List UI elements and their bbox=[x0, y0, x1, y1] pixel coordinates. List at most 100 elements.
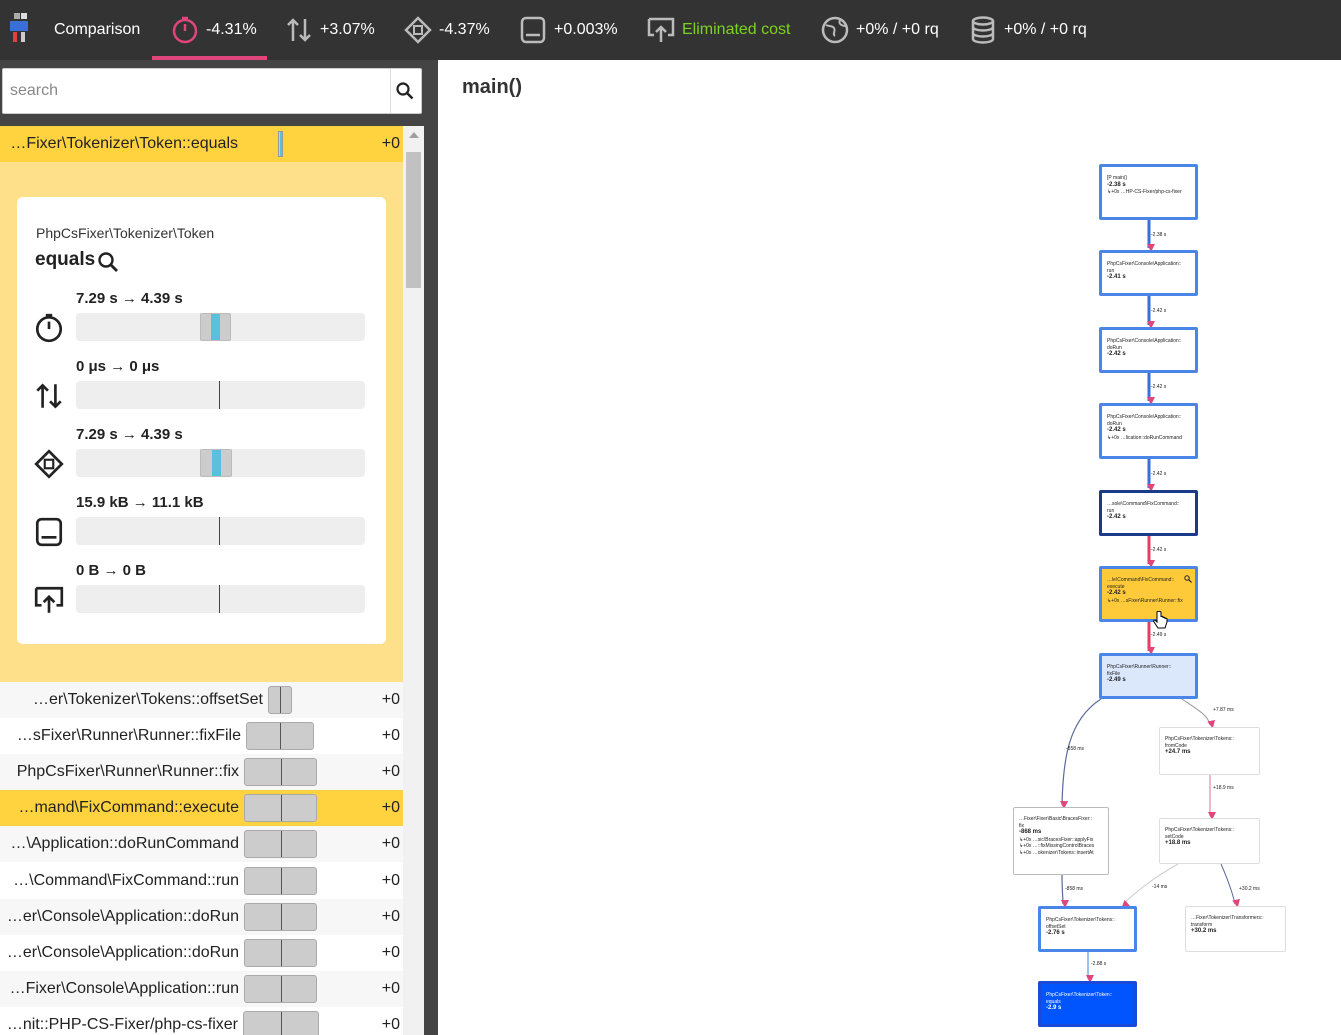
cpu-icon bbox=[34, 449, 64, 479]
scroll-up-arrow-icon[interactable] bbox=[409, 132, 419, 138]
callgraph-node[interactable]: PhpCsFixer\Tokenizer\Tokens:: fromCode +24… bbox=[1159, 727, 1260, 775]
edge-label: -858 ms bbox=[1066, 746, 1085, 752]
list-item-name: …sFixer\Runner\Runner::fixFile bbox=[16, 727, 241, 744]
sidebar-scrollbar[interactable] bbox=[403, 126, 424, 1035]
comparison-title: Comparison bbox=[54, 0, 140, 60]
list-item-name: …er\Console\Application::doRun bbox=[6, 944, 239, 961]
list-item-value: +0 bbox=[381, 944, 400, 961]
list-item[interactable]: …mand\FixCommand::execute +0 bbox=[0, 790, 403, 826]
callgraph-node[interactable]: PhpCsFixer\Runner\Runner:: fixFile -2.49 s bbox=[1099, 653, 1198, 699]
callgraph-edge[interactable] bbox=[1220, 863, 1240, 908]
tab-http[interactable]: +0% / +0 rq bbox=[820, 0, 939, 60]
metric-text: 15.9 kB → 11.1 kB bbox=[76, 494, 204, 511]
search-button[interactable] bbox=[389, 69, 421, 113]
list-item-name: …nit::PHP-CS-Fixer/php-cs-fixer bbox=[6, 1016, 238, 1033]
pointer-cursor-icon bbox=[1153, 611, 1168, 629]
edge-label: -2.49 s bbox=[1151, 632, 1167, 638]
memory-value: +0.003% bbox=[554, 21, 618, 38]
list-item[interactable]: …sFixer\Runner\Runner::fixFile +0 bbox=[0, 718, 403, 754]
node-text: ↳+0x …HP-CS-Fixer/php-cs-fixer bbox=[1107, 189, 1182, 196]
list-item[interactable]: …er\Console\Application::doRun +0 bbox=[0, 899, 403, 935]
list-item-name: …\Command\FixCommand::run bbox=[13, 872, 239, 889]
mini-bar bbox=[244, 939, 317, 967]
search-icon[interactable] bbox=[97, 251, 119, 273]
callgraph-node[interactable]: PhpCsFixer\Console\Application:: doRun -2.… bbox=[1099, 403, 1198, 459]
cpu-icon bbox=[404, 16, 432, 44]
callgraph-node[interactable]: …Fixer\Tokenizer\Transformers:: transform… bbox=[1185, 906, 1286, 952]
stopwatch-icon bbox=[35, 313, 63, 343]
list-item-value: +0 bbox=[381, 980, 400, 997]
network-icon bbox=[34, 586, 64, 613]
list-item[interactable]: …\Application::doRunCommand +0 bbox=[0, 826, 403, 862]
callgraph-node[interactable]: …Fixer\Fixer\Basic\BracesFixer:: fix -868 … bbox=[1013, 807, 1109, 875]
callgraph-edge[interactable] bbox=[1181, 698, 1216, 729]
memory-icon bbox=[35, 517, 63, 547]
callgraph-node[interactable]: PhpCsFixer\Tokenizer\Tokens:: setCode +18.… bbox=[1159, 818, 1260, 864]
node-text: PhpCsFixer\Console\Application:: bbox=[1107, 414, 1182, 420]
edge-label: -2.88 s bbox=[1091, 961, 1107, 967]
scroll-thumb[interactable] bbox=[406, 152, 421, 288]
callgraph-edge[interactable] bbox=[1121, 863, 1179, 909]
tab-sql[interactable]: +0% / +0 rq bbox=[968, 0, 1087, 60]
list-item[interactable]: PhpCsFixer\Runner\Runner::fix +0 bbox=[0, 754, 403, 790]
metric-bar bbox=[76, 313, 365, 341]
metric-wall-time: 7.29 s → 4.39 s bbox=[17, 290, 386, 358]
sql-value: +0% / +0 rq bbox=[1004, 21, 1087, 38]
callgraph-node[interactable]: PhpCsFixer\Tokenizer\Tokens:: offsetSet -2… bbox=[1038, 906, 1137, 952]
mini-bar bbox=[244, 867, 317, 895]
app-title: Comparison bbox=[54, 21, 141, 38]
tab-io[interactable]: +3.07% bbox=[284, 0, 375, 60]
list-item-name: …Fixer\Tokenizer\Token::equals bbox=[10, 135, 238, 152]
search-icon bbox=[396, 82, 414, 100]
callgraph-node[interactable]: …sole\Command\FixCommand:: run -2.42 s bbox=[1099, 490, 1198, 536]
callgraph-node[interactable]: PhpCsFixer\Tokenizer\Token:: equals -2.9 s bbox=[1038, 981, 1137, 1027]
edge-label: -2.42 s bbox=[1151, 547, 1167, 553]
callgraph-edge[interactable] bbox=[1060, 698, 1102, 810]
callgraph-node[interactable]: [P main() -2.38 s ↳+0x …HP-CS-Fixer/php-cs… bbox=[1099, 164, 1198, 220]
search-icon[interactable] bbox=[1184, 575, 1192, 583]
database-icon bbox=[971, 16, 995, 44]
metric-text: 0 B → 0 B bbox=[76, 562, 147, 579]
node-text: ↳+0x …okenizer\Tokens::insertAt bbox=[1019, 849, 1094, 856]
mini-bar bbox=[278, 131, 283, 157]
callgraph-node[interactable]: PhpCsFixer\Console\Application:: doRun -2.… bbox=[1099, 327, 1198, 373]
node-text: …Fixer\Fixer\Basic\BracesFixer:: bbox=[1019, 816, 1093, 822]
node-text: -2.38 s bbox=[1107, 181, 1126, 188]
metric-bar bbox=[76, 517, 365, 545]
list-item[interactable]: …Fixer\Console\Application::run +0 bbox=[0, 971, 403, 1007]
node-text: PhpCsFixer\Console\Application:: bbox=[1107, 261, 1182, 267]
search-input[interactable] bbox=[3, 69, 391, 113]
list-item[interactable]: …\Command\FixCommand::run +0 bbox=[0, 863, 403, 899]
mini-bar bbox=[244, 794, 317, 822]
edge-label: -14 ms bbox=[1152, 884, 1168, 890]
stopwatch-icon bbox=[172, 16, 198, 44]
node-text: +24.7 ms bbox=[1165, 749, 1191, 755]
callgraph-node[interactable]: PhpCsFixer\Console\Application:: run -2.41… bbox=[1099, 250, 1198, 296]
metric-cpu: 7.29 s → 4.39 s bbox=[17, 426, 386, 494]
callgraph-edge[interactable] bbox=[1060, 874, 1069, 908]
mini-bar bbox=[244, 975, 317, 1003]
list-item-selected[interactable]: …Fixer\Tokenizer\Token::equals +0 bbox=[0, 126, 403, 162]
tab-cpu[interactable]: -4.37% bbox=[403, 0, 490, 60]
node-text: PhpCsFixer\Console\Application:: bbox=[1107, 338, 1182, 344]
globe-icon bbox=[821, 16, 849, 44]
metric-network: 0 B → 0 B bbox=[17, 562, 386, 630]
network-value: Eliminated cost bbox=[682, 21, 791, 38]
callgraph-node[interactable]: …le\Command\FixCommand:: execute -2.42 s ↳+… bbox=[1099, 566, 1198, 622]
list-item[interactable]: …er\Console\Application::doRun +0 bbox=[0, 935, 403, 971]
node-text: -2.42 s bbox=[1107, 351, 1126, 357]
list-item[interactable]: …nit::PHP-CS-Fixer/php-cs-fixer +0 bbox=[0, 1007, 403, 1035]
tab-network[interactable]: Eliminated cost bbox=[646, 0, 791, 60]
blackfire-logo[interactable] bbox=[4, 10, 34, 46]
http-value: +0% / +0 rq bbox=[856, 21, 939, 38]
node-text: -2.42 s bbox=[1107, 427, 1126, 433]
node-text: -868 ms bbox=[1019, 829, 1042, 835]
io-value: +3.07% bbox=[320, 21, 375, 38]
list-item-name: …er\Tokenizer\Tokens::offsetSet bbox=[32, 691, 263, 708]
tab-wall-time[interactable]: -4.31% bbox=[152, 0, 267, 60]
list-item[interactable]: …er\Tokenizer\Tokens::offsetSet +0 bbox=[0, 682, 403, 718]
list-item-name: …er\Console\Application::doRun bbox=[6, 908, 239, 925]
tab-memory[interactable]: +0.003% bbox=[518, 0, 618, 60]
mini-bar bbox=[244, 830, 317, 858]
function-list[interactable]: …Fixer\Tokenizer\Token::equals +0 PhpCsF… bbox=[0, 126, 403, 1035]
